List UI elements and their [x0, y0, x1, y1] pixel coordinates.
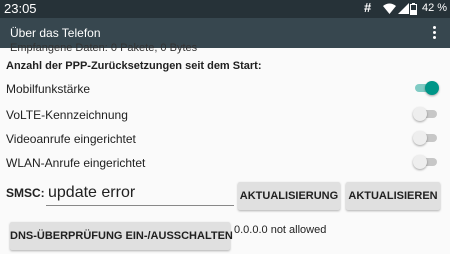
battery-percent: 42 %: [422, 2, 448, 14]
received-data-text: Empfangene Daten: 0 Pakete, 0 Bytes: [10, 42, 198, 54]
toggle-label-video-calls: Videoanrufe eingerichtet: [6, 132, 136, 146]
smsc-refresh-button[interactable]: AKTUALISIEREN: [346, 182, 440, 210]
smsc-update-button[interactable]: AKTUALISIERUNG: [238, 182, 340, 210]
smsc-input[interactable]: [46, 181, 234, 206]
signal-strength-switch[interactable]: [413, 80, 439, 96]
toggle-label-wifi-calls: WLAN-Anrufe eingerichtet: [6, 156, 146, 170]
wifi-icon: [383, 3, 396, 14]
smsc-label: SMSC:: [6, 186, 45, 200]
more-vert-icon[interactable]: [428, 24, 440, 44]
toggle-label-signal-strength: Mobilfunkstärke: [6, 82, 91, 96]
dns-check-toggle-button[interactable]: DNS-ÜBERPRÜFUNG EIN-/AUSSCHALTEN: [10, 222, 233, 250]
video-calls-switch[interactable]: [413, 130, 437, 146]
status-time: 23:05: [4, 1, 37, 16]
toolbar-title: Über das Telefon: [10, 26, 101, 40]
dns-status-text: 0.0.0.0 not allowed: [234, 224, 327, 236]
battery-icon: [410, 3, 417, 15]
signal-icon: [398, 3, 409, 14]
ppp-resets-label: Anzahl der PPP-Zurücksetzungen seit dem …: [6, 60, 262, 72]
status-bar: 23:05 # 42 %: [0, 0, 450, 18]
volte-switch[interactable]: [413, 106, 437, 122]
toggle-label-volte: VoLTE-Kennzeichnung: [6, 108, 128, 122]
wifi-calls-switch[interactable]: [413, 154, 437, 170]
hash-icon: #: [364, 0, 372, 15]
